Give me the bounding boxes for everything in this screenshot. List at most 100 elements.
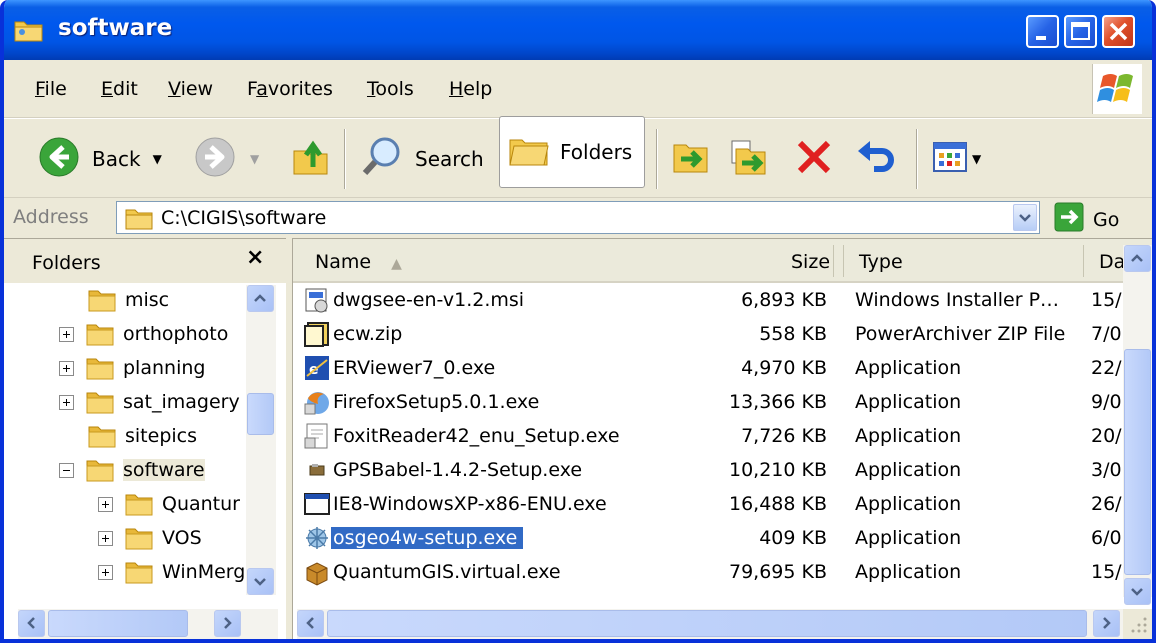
file-row[interactable]: eERViewer7_0.exe 4,970 KB Application 22/ — [293, 351, 1123, 385]
menu-tools[interactable]: Tools — [367, 78, 414, 100]
tree-item-quantur[interactable]: Quantur — [98, 487, 240, 521]
address-bar: Address C:\CIGIS\software Go — [4, 199, 1152, 237]
file-date: 7/0 — [1091, 323, 1122, 345]
file-row[interactable]: QuantumGIS.virtual.exe 79,695 KB Applicati… — [293, 555, 1123, 589]
move-to-button[interactable] — [671, 119, 711, 199]
menu-help[interactable]: Help — [449, 78, 492, 100]
up-folder-button[interactable] — [291, 119, 331, 199]
scroll-thumb[interactable] — [327, 610, 1087, 637]
scroll-thumb[interactable] — [247, 393, 274, 435]
scroll-right-button[interactable] — [1093, 610, 1120, 637]
tree-item-vos[interactable]: VOS — [98, 521, 202, 555]
folder-icon — [125, 206, 153, 235]
column-header-size[interactable]: Size — [791, 251, 830, 273]
forward-button[interactable]: ▼ — [194, 119, 259, 199]
minimize-button[interactable] — [1026, 15, 1059, 48]
views-dropdown-icon[interactable]: ▼ — [972, 152, 981, 166]
file-row[interactable]: FirefoxSetup5.0.1.exe 13,366 KB Applicatio… — [293, 385, 1123, 419]
delete-button[interactable] — [794, 119, 834, 199]
column-divider[interactable] — [1083, 245, 1084, 277]
menu-favorites[interactable]: Favorites — [247, 78, 333, 100]
file-type: PowerArchiver ZIP File — [855, 323, 1066, 345]
scroll-left-button[interactable] — [297, 610, 324, 637]
resize-grip-icon[interactable] — [1123, 609, 1152, 639]
back-button[interactable]: Back ▼ — [38, 119, 162, 199]
up-folder-icon — [291, 137, 331, 182]
tree-vertical-scrollbar[interactable] — [246, 285, 276, 595]
tree-item-label: sitepics — [125, 425, 198, 447]
file-row[interactable]: osgeo4w-setup.exe 409 KB Application 6/0 — [293, 521, 1123, 555]
close-icon[interactable]: × — [246, 245, 264, 270]
file-date: 6/0 — [1091, 527, 1122, 549]
expand-icon[interactable] — [98, 564, 113, 580]
scroll-up-button[interactable] — [247, 285, 274, 312]
file-row[interactable]: FoxitReader42_enu_Setup.exe 7,726 KB Appli… — [293, 419, 1123, 453]
file-name: ecw.zip — [333, 323, 403, 345]
file-list-horizontal-scrollbar[interactable] — [297, 609, 1123, 639]
file-row[interactable]: shellout.exe20 KBApplication1/0 — [293, 589, 1123, 595]
expand-icon[interactable] — [59, 360, 74, 376]
column-header-date[interactable]: Da — [1099, 251, 1125, 273]
file-size: 409 KB — [759, 527, 827, 549]
address-dropdown-button[interactable] — [1013, 204, 1037, 231]
tree-item-sat-imagery[interactable]: sat_imagery — [59, 385, 240, 419]
tree-item-software[interactable]: software — [59, 453, 205, 487]
search-button[interactable]: Search — [361, 119, 484, 199]
erviewer-app-icon: e — [303, 354, 331, 382]
expand-icon[interactable] — [59, 394, 74, 410]
package-box-icon — [303, 558, 331, 586]
scroll-right-button[interactable] — [214, 610, 241, 637]
file-list-vertical-scrollbar[interactable] — [1123, 245, 1152, 605]
column-divider[interactable] — [843, 245, 844, 277]
views-button[interactable]: ▼ — [932, 119, 981, 199]
back-arrow-icon — [38, 136, 80, 183]
undo-button[interactable] — [854, 119, 896, 199]
folders-button[interactable]: Folders — [499, 116, 645, 188]
file-row[interactable]: IE8-WindowsXP-x86-ENU.exe 16,488 KB Applic… — [293, 487, 1123, 521]
maximize-button[interactable] — [1064, 15, 1097, 48]
tree-item-winmerg[interactable]: WinMerg — [98, 555, 244, 589]
tree-item-label: planning — [123, 357, 206, 379]
tree-item-sitepics[interactable]: sitepics — [59, 419, 197, 453]
scroll-down-button[interactable] — [247, 568, 274, 595]
menu-file[interactable]: File — [35, 78, 67, 100]
address-input[interactable]: C:\CIGIS\software — [116, 201, 1040, 234]
scroll-thumb[interactable] — [1124, 349, 1151, 575]
tree-item-orthophoto[interactable]: orthophoto — [59, 317, 228, 351]
file-row[interactable]: GPSBabel-1.4.2-Setup.exe 10,210 KB Applica… — [293, 453, 1123, 487]
undo-arrow-icon — [854, 137, 896, 182]
column-header-row: Name ▲ Size Type Da — [293, 239, 1152, 283]
forward-dropdown-icon[interactable]: ▼ — [250, 152, 259, 166]
folder-icon — [88, 288, 116, 312]
expand-icon[interactable] — [98, 496, 113, 512]
column-header-name[interactable]: Name ▲ — [315, 251, 402, 273]
title-bar[interactable]: software — [4, 0, 1152, 60]
expand-icon[interactable] — [59, 326, 74, 342]
tree-item-misc[interactable]: misc — [59, 283, 169, 317]
menu-edit[interactable]: Edit — [101, 78, 138, 100]
expand-icon[interactable] — [98, 530, 113, 546]
back-dropdown-icon[interactable]: ▼ — [153, 152, 162, 166]
collapse-icon[interactable] — [59, 462, 74, 478]
address-path: C:\CIGIS\software — [161, 207, 327, 229]
tree-horizontal-scrollbar[interactable] — [18, 609, 278, 639]
go-button[interactable]: Go — [1054, 202, 1119, 237]
copy-to-folder-icon — [728, 137, 768, 182]
column-header-type[interactable]: Type — [859, 251, 903, 273]
menu-view[interactable]: View — [168, 78, 213, 100]
tree-item-label: software — [123, 459, 205, 481]
file-row[interactable]: ecw.zip 558 KB PowerArchiver ZIP File 7/0 — [293, 317, 1123, 351]
column-divider[interactable] — [833, 245, 834, 277]
scroll-thumb[interactable] — [48, 610, 188, 637]
window-app-icon — [303, 592, 331, 595]
tree-item-planning[interactable]: planning — [59, 351, 205, 385]
scroll-left-button[interactable] — [18, 610, 45, 637]
scroll-down-button[interactable] — [1124, 578, 1151, 605]
copy-to-button[interactable] — [728, 119, 768, 199]
file-row[interactable]: dwgsee-en-v1.2.msi 6,893 KB Windows Instal… — [293, 283, 1123, 317]
scroll-up-button[interactable] — [1124, 245, 1151, 272]
tree-item-tools[interactable]: tools — [59, 589, 169, 595]
chevron-down-icon — [1131, 588, 1143, 596]
close-button[interactable] — [1102, 15, 1135, 48]
go-arrow-icon — [1054, 202, 1084, 237]
